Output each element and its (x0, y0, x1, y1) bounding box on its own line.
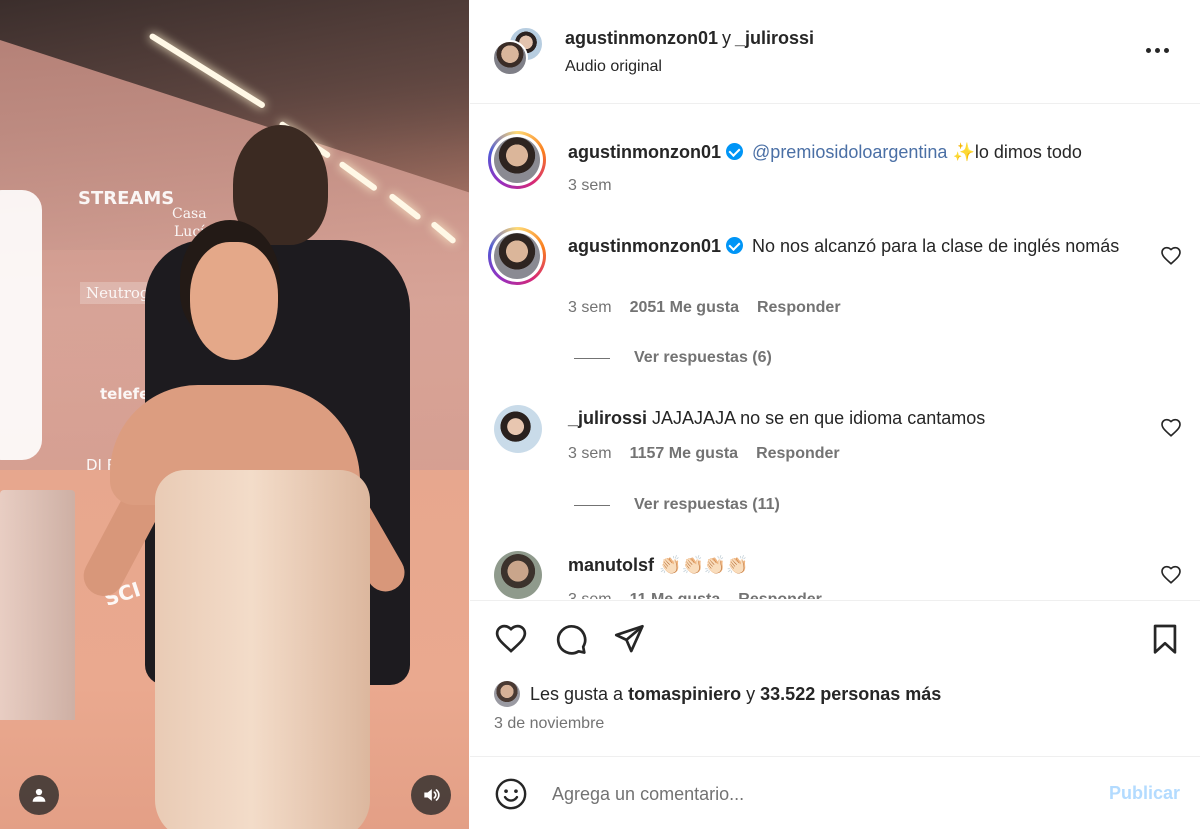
likes-summary[interactable]: Les gusta a tomaspiniero y 33.522 person… (494, 681, 941, 707)
reply-button[interactable]: Responder (757, 299, 841, 317)
mute-toggle-button[interactable] (411, 775, 451, 815)
likes-others[interactable]: 33.522 personas más (760, 684, 941, 705)
user-tag-icon (32, 788, 46, 802)
woman-figure (20, 220, 469, 829)
comment-username[interactable]: _julirossi (568, 408, 647, 428)
heart-icon[interactable] (1160, 245, 1182, 267)
comment-composer: Publicar (470, 756, 1200, 829)
more-options-button[interactable] (1146, 40, 1172, 60)
comment-time[interactable]: 3 sem (568, 591, 612, 599)
heart-icon[interactable] (1160, 564, 1182, 586)
comment-likes[interactable]: 1157 Me gusta (630, 445, 739, 463)
post-actions: Les gusta a tomaspiniero y 33.522 person… (470, 600, 1200, 750)
share-icon[interactable] (612, 622, 646, 656)
comment-input[interactable] (552, 779, 1052, 809)
comment-time[interactable]: 3 sem (568, 445, 612, 463)
heart-icon[interactable] (1160, 417, 1182, 439)
post-media[interactable]: STREAMS Casa Lucía Neutrogena telefe DI … (0, 0, 469, 829)
caption-avatar[interactable] (488, 131, 546, 189)
post-header: agustinmonzon01 y _julirossi Audio origina… (470, 0, 1200, 104)
author-link-julirossi[interactable]: _julirossi (735, 28, 814, 48)
author-link-agustinmonzon01[interactable]: agustinmonzon01 (565, 28, 718, 48)
comment-text: No nos alcanzó para la clase de inglés n… (752, 236, 1120, 256)
comment-username[interactable]: agustinmonzon01 (568, 236, 721, 256)
emoji-icon[interactable] (494, 777, 528, 811)
verified-icon (726, 143, 744, 160)
post-authors: agustinmonzon01 y _julirossi (565, 28, 814, 49)
view-replies-button[interactable]: Ver respuestas (6) (574, 349, 772, 367)
more-icon (1146, 47, 1151, 53)
volume-icon (424, 789, 440, 801)
comment-time[interactable]: 3 sem (568, 299, 612, 317)
comment-likes[interactable]: 2051 Me gusta (630, 299, 739, 317)
liker-avatar (494, 681, 520, 707)
caption-text: lo dimos todo (974, 142, 1082, 162)
heart-icon[interactable] (494, 622, 528, 656)
avatar-agustinmonzon01[interactable] (492, 40, 528, 76)
reply-button[interactable]: Responder (738, 591, 822, 599)
post-panel: agustinmonzon01 y _julirossi Audio origina… (470, 0, 1200, 829)
comment-avatar[interactable] (488, 227, 546, 285)
post-date[interactable]: 3 de noviembre (494, 715, 604, 733)
likes-joiner: y (746, 683, 756, 704)
publish-button[interactable]: Publicar (1109, 783, 1180, 804)
reply-button[interactable]: Responder (756, 445, 840, 463)
caption-username[interactable]: agustinmonzon01 (568, 142, 721, 162)
caption-mention[interactable]: @premiosidoloargentina (752, 142, 947, 162)
comment-likes[interactable]: 11 Me gusta (630, 591, 721, 599)
comment-avatar[interactable] (494, 551, 542, 599)
liker-username[interactable]: tomaspiniero (628, 684, 741, 705)
authors-joiner: y (722, 28, 732, 48)
comment-text: 👏🏻👏🏻👏🏻👏🏻 (659, 555, 749, 575)
audio-link[interactable]: Audio original (565, 58, 662, 76)
comment-icon[interactable] (554, 622, 588, 656)
comment-username[interactable]: manutolsf (568, 555, 654, 575)
comments-list[interactable]: agustinmonzon01 @premiosidoloargentina ✨… (470, 105, 1200, 599)
view-replies-button[interactable]: Ver respuestas (11) (574, 496, 780, 514)
bookmark-icon[interactable] (1148, 622, 1182, 656)
caption-emoji: ✨ (952, 142, 975, 162)
likes-prefix: Les gusta a (530, 683, 624, 704)
tagged-users-button[interactable] (19, 775, 59, 815)
comment-text: JAJAJAJA no se en que idioma cantamos (652, 408, 986, 428)
author-avatars[interactable] (492, 26, 544, 78)
verified-icon (726, 237, 744, 254)
comment-avatar[interactable] (494, 405, 542, 453)
caption-time[interactable]: 3 sem (568, 177, 612, 195)
